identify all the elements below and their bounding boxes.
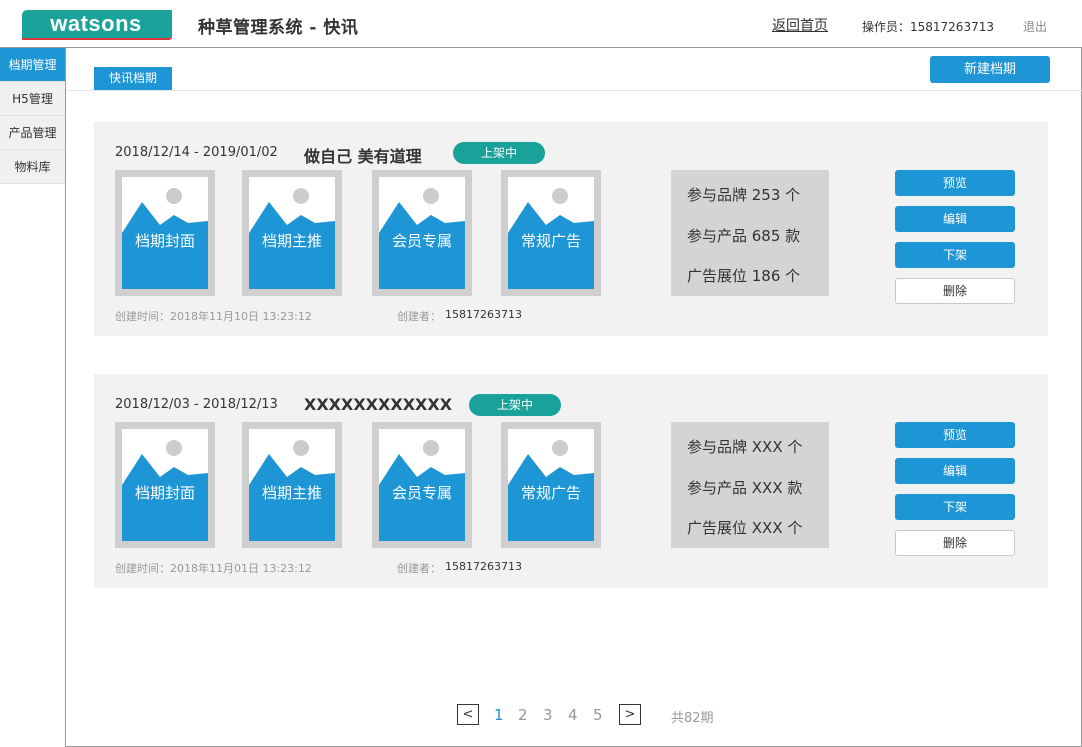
stat-ad-slots: 广告展位 XXX 个 xyxy=(687,519,803,537)
system-title: 种草管理系统 - 快讯 xyxy=(198,18,359,38)
back-home-link[interactable]: 返回首页 xyxy=(772,15,828,35)
page-1[interactable]: 1 xyxy=(494,706,504,724)
schedule-title: 做自己 美有道理 xyxy=(304,147,422,166)
thumb-label: 档期封面 xyxy=(134,232,195,250)
creator-label: 创建者： xyxy=(397,562,441,575)
tab-news-schedule[interactable]: 快讯档期 xyxy=(94,67,172,90)
preview-button[interactable]: 预览 xyxy=(895,170,1015,196)
page-2[interactable]: 2 xyxy=(518,706,528,724)
creator-value: 15817263713 xyxy=(445,308,522,321)
creator-value: 15817263713 xyxy=(445,560,522,573)
sidebar: 档期管理 H5管理 产品管理 物料库 xyxy=(0,48,66,747)
thumb-featured[interactable]: 档期主推 xyxy=(242,422,342,548)
schedule-card: 2018/12/14 - 2019/01/02 做自己 美有道理 上架中 档期封… xyxy=(94,122,1048,336)
thumb-label: 会员专属 xyxy=(391,232,452,250)
thumb-label: 档期主推 xyxy=(261,232,322,250)
thumb-featured[interactable]: 档期主推 xyxy=(242,170,342,296)
stats-panel: 参与品牌 253 个 参与产品 685 款 广告展位 186 个 xyxy=(671,170,829,296)
unpublish-button[interactable]: 下架 xyxy=(895,494,1015,520)
page-4[interactable]: 4 xyxy=(568,706,578,724)
thumb-member[interactable]: 会员专属 xyxy=(372,422,472,548)
stat-products: 参与产品 XXX 款 xyxy=(687,479,803,497)
thumb-label: 会员专属 xyxy=(391,484,452,502)
schedule-card: 2018/12/03 - 2018/12/13 XXXXXXXXXXXX 上架中… xyxy=(94,374,1048,588)
creator-label: 创建者： xyxy=(397,310,441,323)
page-total: 共82期 xyxy=(671,711,714,726)
created-time: 创建时间：2018年11月10日 13:23:12 xyxy=(115,310,312,323)
prev-page-button[interactable]: < xyxy=(457,704,479,725)
thumb-regular-ad[interactable]: 常规广告 xyxy=(501,422,601,548)
watsons-logo[interactable]: watsons xyxy=(22,10,172,40)
logout-link[interactable]: 退出 xyxy=(1023,18,1047,35)
unpublish-button[interactable]: 下架 xyxy=(895,242,1015,268)
thumb-cover[interactable]: 档期封面 xyxy=(115,170,215,296)
edit-button[interactable]: 编辑 xyxy=(895,458,1015,484)
schedule-title: XXXXXXXXXXXX xyxy=(304,395,453,414)
stats-panel: 参与品牌 XXX 个 参与产品 XXX 款 广告展位 XXX 个 xyxy=(671,422,829,548)
thumb-label: 常规广告 xyxy=(520,232,581,250)
sidebar-item-schedule[interactable]: 档期管理 xyxy=(0,48,65,82)
top-header: watsons 种草管理系统 - 快讯 返回首页 操作员：15817263713… xyxy=(0,0,1082,48)
thumb-member[interactable]: 会员专属 xyxy=(372,170,472,296)
status-badge: 上架中 xyxy=(469,394,561,416)
new-schedule-button[interactable]: 新建档期 xyxy=(930,56,1050,83)
thumb-label: 档期主推 xyxy=(261,484,322,502)
stat-products: 参与产品 685 款 xyxy=(687,227,801,245)
page-3[interactable]: 3 xyxy=(543,706,553,724)
sidebar-item-products[interactable]: 产品管理 xyxy=(0,116,65,150)
stat-brands: 参与品牌 XXX 个 xyxy=(687,438,803,456)
created-time: 创建时间：2018年11月01日 13:23:12 xyxy=(115,562,312,575)
sidebar-item-materials[interactable]: 物料库 xyxy=(0,150,65,184)
date-range: 2018/12/03 - 2018/12/13 xyxy=(115,397,278,412)
page-5[interactable]: 5 xyxy=(593,706,603,724)
stat-ad-slots: 广告展位 186 个 xyxy=(687,267,801,285)
thumb-label: 档期封面 xyxy=(134,484,195,502)
status-badge: 上架中 xyxy=(453,142,545,164)
thumb-regular-ad[interactable]: 常规广告 xyxy=(501,170,601,296)
sidebar-item-h5[interactable]: H5管理 xyxy=(0,82,65,116)
stat-brands: 参与品牌 253 个 xyxy=(687,186,801,204)
thumb-cover[interactable]: 档期封面 xyxy=(115,422,215,548)
date-range: 2018/12/14 - 2019/01/02 xyxy=(115,145,278,160)
operator-info: 操作员：15817263713 xyxy=(862,20,994,34)
edit-button[interactable]: 编辑 xyxy=(895,206,1015,232)
logo-text: watsons xyxy=(49,11,142,36)
delete-button[interactable]: 删除 xyxy=(895,530,1015,556)
next-page-button[interactable]: > xyxy=(619,704,641,725)
delete-button[interactable]: 删除 xyxy=(895,278,1015,304)
thumb-label: 常规广告 xyxy=(520,484,581,502)
preview-button[interactable]: 预览 xyxy=(895,422,1015,448)
tab-divider xyxy=(66,90,1082,91)
